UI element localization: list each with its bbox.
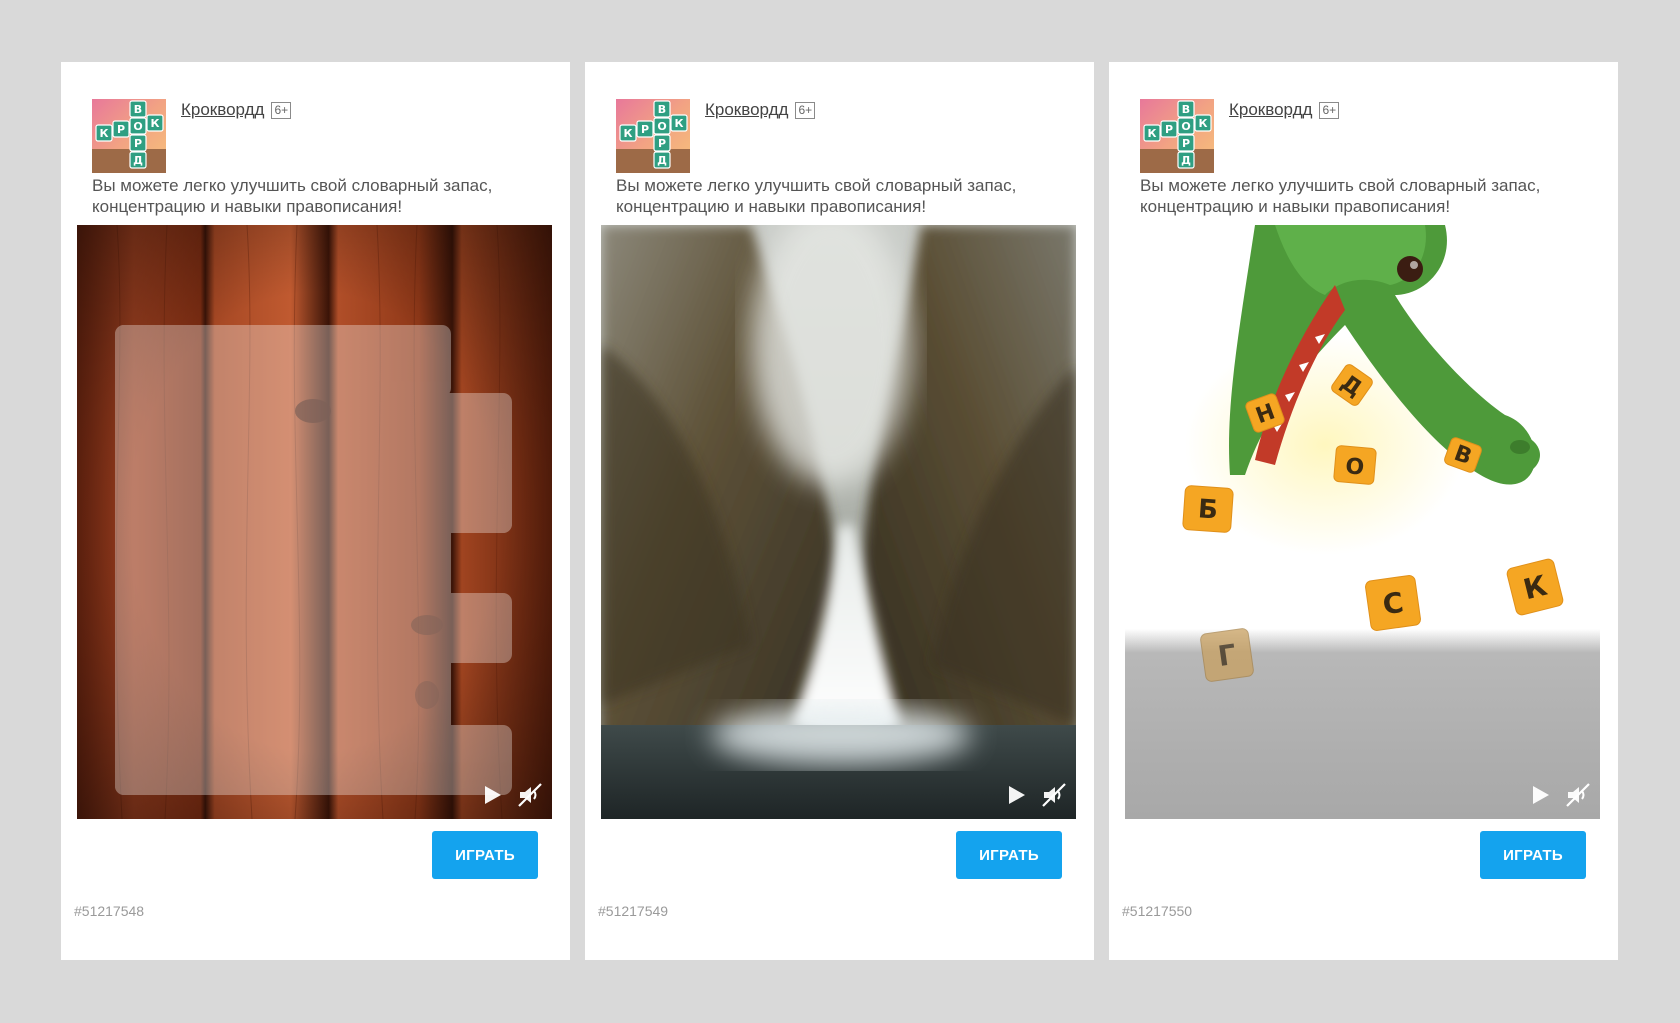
crocodile-scene: Н Д О В Б С К Г — [1125, 225, 1600, 819]
svg-text:Б: Б — [1197, 494, 1219, 525]
logo-letter: К — [151, 117, 160, 130]
age-rating-badge: 6+ — [795, 101, 816, 119]
letter-tile: С — [1365, 575, 1421, 631]
play-icon[interactable] — [1526, 781, 1554, 809]
logo-letter: К — [675, 117, 684, 130]
age-rating-badge: 6+ — [271, 101, 292, 119]
ad-video[interactable] — [77, 225, 552, 819]
mute-icon[interactable] — [1040, 781, 1068, 809]
play-game-button[interactable]: ИГРАТЬ — [432, 831, 538, 879]
letter-tile: Б — [1182, 485, 1234, 533]
svg-text:О: О — [1344, 454, 1365, 481]
logo-letter: К — [1199, 117, 1208, 130]
app-name-link[interactable]: Кроквордд — [1229, 100, 1312, 120]
logo-letter: Д — [657, 154, 667, 167]
logo-letter: О — [657, 120, 666, 133]
mute-icon[interactable] — [1564, 781, 1592, 809]
letter-tile: Г — [1200, 628, 1254, 682]
logo-letter: К — [624, 127, 633, 140]
app-logo[interactable]: В К Р О К Р Д — [1140, 99, 1214, 173]
ad-video[interactable]: Н Д О В Б С К Г — [1125, 225, 1600, 819]
ad-description: Вы можете легко улучшить свой словарный … — [92, 176, 493, 216]
ad-card: В К Р О К Р Д Кроквордд 6+ Вы можете лег… — [585, 62, 1094, 960]
app-logo[interactable]: В К Р О К Р Д — [92, 99, 166, 173]
logo-letter: Р — [1182, 137, 1190, 150]
ad-description: Вы можете легко улучшить свой словарный … — [1140, 176, 1541, 216]
logo-letter: К — [100, 127, 109, 140]
logo-letter: Р — [117, 123, 125, 136]
play-icon[interactable] — [478, 781, 506, 809]
mute-icon[interactable] — [516, 781, 544, 809]
app-name-link[interactable]: Кроквордд — [705, 100, 788, 120]
ad-preview-grid: В К Р О К Р Д Кроквордд 6+ Вы можете лег… — [0, 0, 1680, 1023]
ad-id-label: #51217550 — [1122, 903, 1193, 919]
logo-letter: О — [133, 120, 142, 133]
ad-description: Вы можете легко улучшить свой словарный … — [616, 176, 1017, 216]
ad-id-label: #51217548 — [74, 903, 145, 919]
app-title-line: Кроквордд 6+ — [181, 100, 292, 120]
logo-letter: В — [658, 103, 666, 116]
logo-letter: Р — [1165, 123, 1173, 136]
ad-card: В К Р О К Р Д Кроквордд 6+ Вы можете лег… — [1109, 62, 1618, 960]
app-logo[interactable]: В К Р О К Р Д — [616, 99, 690, 173]
logo-letter: Р — [641, 123, 649, 136]
logo-letter: В — [1182, 103, 1190, 116]
age-rating-badge: 6+ — [1319, 101, 1340, 119]
logo-letter: К — [1148, 127, 1157, 140]
logo-letter: Д — [1181, 154, 1191, 167]
ad-card: В К Р О К Р Д Кроквордд 6+ Вы можете лег… — [61, 62, 570, 960]
app-title-line: Кроквордд 6+ — [1229, 100, 1340, 120]
logo-letter: Д — [133, 154, 143, 167]
wooden-board-scene — [77, 225, 552, 819]
logo-letter: О — [1181, 120, 1190, 133]
ad-id-label: #51217549 — [598, 903, 669, 919]
logo-letter: Р — [658, 137, 666, 150]
waterfall-scene — [601, 225, 1076, 819]
play-game-button[interactable]: ИГРАТЬ — [1480, 831, 1586, 879]
letter-tile: О — [1333, 445, 1377, 485]
app-name-link[interactable]: Кроквордд — [181, 100, 264, 120]
logo-letter: В — [134, 103, 142, 116]
play-game-button[interactable]: ИГРАТЬ — [956, 831, 1062, 879]
logo-letter: Р — [134, 137, 142, 150]
app-title-line: Кроквордд 6+ — [705, 100, 816, 120]
ad-video[interactable] — [601, 225, 1076, 819]
play-icon[interactable] — [1002, 781, 1030, 809]
